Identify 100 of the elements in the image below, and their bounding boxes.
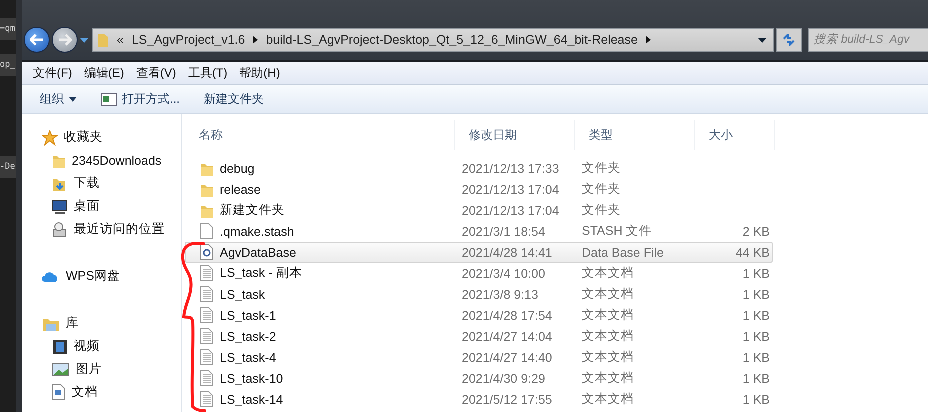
file-row[interactable]: release 2021/12/13 17:04 文件夹 <box>185 179 773 200</box>
file-row[interactable]: LS_task-10 2021/4/30 9:29 文本文档 1 KB <box>185 368 773 389</box>
type-cell-text: 文本文档 <box>581 349 635 366</box>
toolbar-button[interactable]: 打开方式... <box>93 88 188 110</box>
column-header[interactable]: 修改日期 <box>455 120 575 150</box>
file-row[interactable]: .qmake.stash 2021/3/1 18:54 STASH 文件 2 KB <box>185 221 773 242</box>
file-row[interactable]: AgvDataBase 2021/4/28 14:41 Data Base File 44 KB <box>185 242 773 263</box>
desktop-icon <box>52 200 68 214</box>
date-cell-text: 2021/4/30 9:29 <box>461 372 546 386</box>
text-file-icon <box>200 265 214 282</box>
date-cell-text: 2021/3/8 9:13 <box>461 288 540 302</box>
menu-item[interactable]: 编辑(E) <box>79 64 130 82</box>
size-cell-text: 1 KB <box>742 350 771 364</box>
sidebar-item[interactable]: 下载 <box>42 172 181 195</box>
type-cell-text: Data Base File <box>581 246 665 260</box>
file-row[interactable]: LS_task-2 2021/4/27 14:04 文本文档 1 KB <box>185 326 773 347</box>
size-cell-text: 1 KB <box>742 308 771 322</box>
file-name: LS_task - 副本 <box>220 265 302 282</box>
recent-places-icon <box>52 222 68 238</box>
sidebar-item[interactable]: WPS网盘 <box>42 265 181 288</box>
refresh-button[interactable] <box>776 28 802 52</box>
size-cell-text: 1 KB <box>742 392 771 406</box>
back-arrow-icon <box>30 34 44 46</box>
size-cell-text: 1 KB <box>742 266 771 280</box>
type-cell-text: 文本文档 <box>581 328 635 345</box>
file-name: .qmake.stash <box>220 224 294 238</box>
date-cell-text: 2021/4/27 14:04 <box>461 330 554 344</box>
toolbar-button[interactable]: 新建文件夹 <box>196 88 272 110</box>
file-name: AgvDataBase <box>220 246 296 260</box>
text-file-icon <box>200 307 214 324</box>
size-cell-text: 1 KB <box>742 330 771 344</box>
date-cell-text: 2021/4/28 17:54 <box>461 308 554 322</box>
chevron-right-icon[interactable] <box>253 36 258 44</box>
file-row[interactable]: LS_task 2021/3/8 9:13 文本文档 1 KB <box>185 284 773 305</box>
file-name: LS_task-2 <box>220 330 276 344</box>
breadcrumb[interactable]: build-LS_AgvProject-Desktop_Qt_5_12_6_MinGW_64_bit-Release <box>266 33 638 47</box>
file-row[interactable]: 新建文件夹 2021/12/13 17:04 文件夹 <box>185 200 773 221</box>
type-cell-text: 文本文档 <box>581 265 635 282</box>
size-cell-text: 1 KB <box>742 372 771 386</box>
database-file-icon <box>200 244 214 261</box>
file-name: release <box>220 182 261 196</box>
back-button[interactable] <box>24 27 50 53</box>
address-bar[interactable]: « LS_AgvProject_v1.6 build-LS_AgvProject-Desktop_Qt_5_12_6_MinGW_64_bit-Release <box>92 28 774 52</box>
document-icon <box>52 384 66 401</box>
text-file-icon <box>200 370 214 387</box>
menu-item[interactable]: 查看(V) <box>131 64 182 82</box>
sidebar-item[interactable]: 文档 <box>42 381 181 404</box>
sidebar-item[interactable]: 库 <box>42 312 181 335</box>
text-file-icon <box>200 286 214 303</box>
forward-button[interactable] <box>52 27 78 53</box>
column-header[interactable]: 类型 <box>575 120 695 150</box>
sidebar-item[interactable]: 最近访问的位置 <box>42 218 181 241</box>
cloud-icon <box>42 270 60 282</box>
search-field[interactable]: 搜索 build-LS_Agv <box>808 28 928 52</box>
file-row[interactable]: LS_task-4 2021/4/27 14:40 文本文档 1 KB <box>185 347 773 368</box>
column-header[interactable]: 名称 <box>185 120 455 150</box>
sidebar-item[interactable]: 图片 <box>42 358 181 381</box>
sidebar-item[interactable]: 桌面 <box>42 195 181 218</box>
star-icon <box>42 130 58 146</box>
file-row[interactable]: debug 2021/12/13 17:33 文件夹 <box>185 158 773 179</box>
chevron-right-icon[interactable] <box>646 36 651 44</box>
type-cell-text: 文本文档 <box>581 391 635 408</box>
menu-item[interactable]: 帮助(H) <box>234 64 286 82</box>
file-name: LS_task <box>220 288 266 302</box>
date-cell-text: 2021/4/28 14:41 <box>461 246 554 260</box>
file-name: debug <box>220 162 255 176</box>
file-name: LS_task-4 <box>220 350 276 364</box>
menu-item[interactable]: 工具(T) <box>183 64 233 82</box>
file-row[interactable]: LS_task-1 2021/4/28 17:54 文本文档 1 KB <box>185 305 773 326</box>
type-cell-text: 文本文档 <box>581 370 635 387</box>
text-file-icon <box>200 328 214 345</box>
file-icon <box>200 223 214 240</box>
breadcrumb[interactable]: LS_AgvProject_v1.6 <box>132 33 246 47</box>
file-row[interactable]: LS_task-14 2021/5/12 17:55 文本文档 1 KB <box>185 389 773 410</box>
type-cell-text: 文件夹 <box>581 202 622 219</box>
caret-icon <box>69 96 77 102</box>
date-cell-text: 2021/5/12 17:55 <box>461 392 554 406</box>
type-cell-text: STASH 文件 <box>581 223 654 240</box>
file-row[interactable]: LS_task - 副本 2021/3/4 10:00 文本文档 1 KB <box>185 263 773 284</box>
date-cell-text: 2021/12/13 17:04 <box>461 182 560 196</box>
overflow-chevron[interactable]: « <box>117 33 124 47</box>
refresh-arrows-icon <box>782 34 796 46</box>
sidebar-item[interactable]: 视频 <box>42 335 181 358</box>
type-cell-text: 文件夹 <box>581 160 622 177</box>
film-icon <box>52 338 68 354</box>
size-cell-text: 2 KB <box>742 224 771 238</box>
sidebar-item[interactable]: 收藏夹 <box>42 126 181 149</box>
forward-arrow-icon <box>58 34 72 46</box>
menu-item[interactable]: 文件(F) <box>28 64 78 82</box>
file-name: LS_task-1 <box>220 308 276 322</box>
file-name: 新建文件夹 <box>220 202 285 219</box>
sidebar-item[interactable]: 2345Downloads <box>42 149 181 172</box>
date-cell-text: 2021/12/13 17:04 <box>461 204 560 218</box>
size-cell-text: 1 KB <box>742 288 771 302</box>
type-cell-text: 文本文档 <box>581 286 635 303</box>
date-cell-text: 2021/3/1 18:54 <box>461 224 546 238</box>
type-cell-text: 文件夹 <box>581 181 622 198</box>
column-header[interactable]: 大小 <box>695 120 775 150</box>
toolbar-button[interactable]: 组织 <box>32 88 85 110</box>
caret-icon[interactable] <box>758 38 767 42</box>
